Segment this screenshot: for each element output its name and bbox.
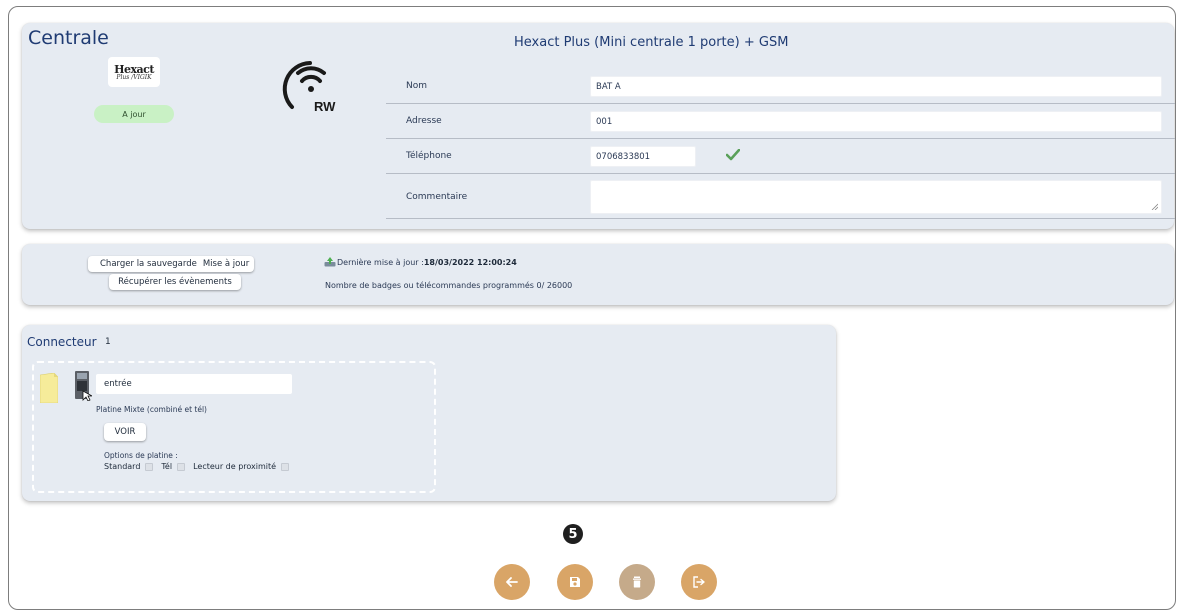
charger-sauvegarde-button[interactable]: Charger la sauvegarde — [100, 259, 197, 269]
option-tel-checkbox[interactable] — [177, 462, 186, 471]
wifi-rw-icon: RW — [282, 61, 336, 114]
mise-a-jour-button[interactable]: Mise à jour — [203, 259, 249, 269]
centrale-card: Centrale Hexact Plus (Mini centrale 1 po… — [22, 23, 1175, 229]
platine-type: Platine Mixte (combiné et tél) — [96, 405, 207, 414]
step-badge: 5 — [563, 524, 583, 544]
last-update-line: Dernière mise à jour : 18/03/2022 12:00:… — [324, 257, 517, 267]
nom-input[interactable]: BAT A — [590, 76, 1162, 97]
connecteur-card: Connecteur 1 entrée Platine Mixte (combi… — [22, 325, 836, 501]
intercom-panel-icon — [75, 371, 92, 401]
main-frame: Centrale Hexact Plus (Mini centrale 1 po… — [8, 6, 1176, 610]
check-icon — [726, 149, 740, 161]
hexact-logo: Hexact Plus /VIGIK — [108, 57, 160, 87]
badges-count-text: Nombre de badges ou télécommandes progra… — [325, 281, 573, 290]
connector-name-input[interactable]: entrée — [96, 374, 292, 394]
commentaire-label: Commentaire — [406, 192, 468, 202]
save-button[interactable] — [557, 564, 593, 600]
row-telephone: Téléphone 0706833801 — [386, 139, 1175, 174]
sauvegarde-card: Charger la sauvegarde Mise à jour Récupé… — [22, 244, 1174, 305]
sticky-note-icon[interactable] — [40, 373, 58, 403]
row-commentaire: Commentaire — [386, 174, 1175, 219]
option-tel-label: Tél — [161, 462, 173, 471]
wifi-label: RW — [314, 99, 336, 114]
option-proximite-checkbox[interactable] — [281, 462, 290, 471]
options-row: Standard Tél Lecteur de proximité — [104, 462, 297, 471]
last-update-value: 18/03/2022 12:00:24 — [423, 257, 517, 267]
telephone-label: Téléphone — [406, 151, 452, 161]
nom-label: Nom — [406, 81, 428, 91]
status-badge: A jour — [94, 105, 174, 123]
telephone-input[interactable]: 0706833801 — [590, 146, 696, 167]
connecteur-number: 1 — [105, 337, 111, 347]
resize-grip-icon[interactable] — [1151, 203, 1158, 210]
upload-icon — [324, 257, 336, 267]
option-proximite-label: Lecteur de proximité — [193, 462, 277, 471]
logo-line1: Hexact — [114, 62, 154, 76]
charger-mise-a-jour-button-group: Charger la sauvegarde Mise à jour — [88, 256, 254, 272]
save-icon — [570, 577, 580, 587]
adresse-input[interactable]: 001 — [590, 111, 1162, 132]
exit-icon — [693, 576, 705, 588]
recuperer-evenements-button[interactable]: Récupérer les évènements — [109, 274, 241, 290]
voir-button[interactable]: VOIR — [104, 423, 146, 441]
option-standard-checkbox[interactable] — [145, 462, 154, 471]
row-adresse: Adresse 001 — [386, 104, 1175, 139]
back-button[interactable] — [494, 564, 530, 600]
connector-slot[interactable]: entrée Platine Mixte (combiné et tél) VO… — [32, 361, 436, 493]
connecteur-title: Connecteur — [27, 335, 97, 349]
exit-button[interactable] — [681, 564, 717, 600]
centrale-title: Centrale — [28, 27, 109, 49]
adresse-label: Adresse — [406, 116, 442, 126]
device-name: Hexact Plus (Mini centrale 1 porte) + GS… — [514, 35, 789, 50]
last-update-prefix: Dernière mise à jour : — [337, 257, 424, 267]
option-standard-label: Standard — [104, 462, 141, 471]
row-nom: Nom BAT A — [386, 69, 1175, 104]
commentaire-textarea[interactable] — [590, 180, 1162, 214]
options-label: Options de platine : — [104, 451, 178, 460]
delete-icon — [633, 576, 641, 588]
back-icon — [506, 577, 518, 587]
delete-button[interactable] — [619, 564, 655, 600]
logo-line2: Plus /VIGIK — [116, 73, 152, 81]
